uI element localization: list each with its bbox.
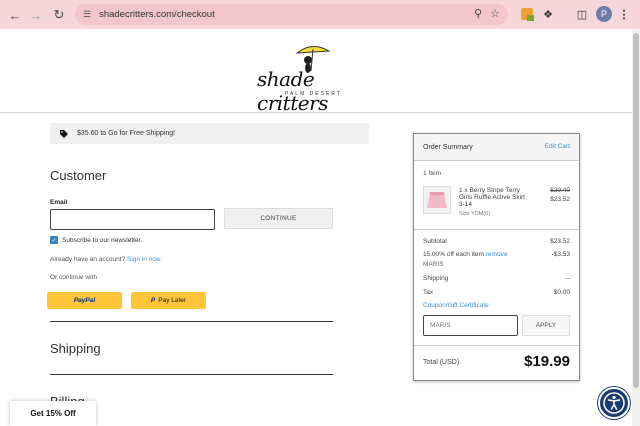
remove-discount-link[interactable]: remove bbox=[486, 251, 508, 258]
accessibility-icon bbox=[603, 392, 625, 414]
bookmark-star-icon[interactable]: ☆ bbox=[490, 7, 500, 20]
reload-icon[interactable]: ↻ bbox=[48, 4, 70, 26]
url-text: shadecritters.com/checkout bbox=[99, 9, 215, 20]
shipping-value: -- bbox=[565, 275, 570, 282]
email-label: Email bbox=[50, 199, 68, 206]
edit-cart-link[interactable]: Edit Cart bbox=[545, 143, 570, 150]
site-info-icon[interactable]: ☰ bbox=[83, 9, 91, 20]
items-count: 1 Item bbox=[423, 170, 442, 177]
site-header: shade critters PALM DESERT bbox=[0, 29, 632, 115]
coupon-gift-certificate-link[interactable]: Coupon/Gift Certificate bbox=[423, 302, 489, 309]
discount-text: 15.00% off each item bbox=[423, 251, 484, 258]
product-name: 1 x Berry Stripe Terry Girls Ruffle Acti… bbox=[459, 187, 525, 208]
sign-in-prompt: Already have an account? Sign in now. bbox=[50, 256, 162, 263]
subtotal-value: $23.52 bbox=[550, 238, 570, 245]
logo-subtitle: PALM DESERT bbox=[285, 91, 342, 97]
free-shipping-banner: $35.60 to Go for Free Shipping! bbox=[50, 123, 369, 144]
subtotal-label: Subtotal bbox=[423, 238, 447, 245]
or-continue-text: Or continue with bbox=[50, 274, 97, 281]
tax-label: Tax bbox=[423, 289, 434, 296]
product-original-price: $29.40 bbox=[550, 187, 570, 194]
accessibility-widget-button[interactable] bbox=[598, 387, 630, 419]
shipping-heading: Shipping bbox=[50, 341, 101, 356]
newsletter-option[interactable]: ✓ Subscribe to our newsletter. bbox=[50, 236, 142, 244]
continue-button[interactable]: CONTINUE bbox=[224, 208, 333, 229]
summary-divider bbox=[414, 229, 579, 230]
tax-value: $0.00 bbox=[553, 289, 570, 296]
sign-in-link[interactable]: Sign in now. bbox=[127, 256, 162, 263]
browser-toolbar: ← → ↻ ☰ shadecritters.com/checkout ⚲ ☆ ❖… bbox=[0, 0, 640, 29]
scrollbar-thumb[interactable] bbox=[633, 33, 639, 388]
free-shipping-text: $35.60 to Go for Free Shipping! bbox=[77, 130, 176, 137]
apply-coupon-button[interactable]: APPLY bbox=[522, 315, 570, 336]
newsletter-label: Subscribe to our newsletter. bbox=[62, 236, 143, 244]
forward-arrow-icon[interactable]: → bbox=[25, 4, 47, 26]
paypal-label: PayPal bbox=[73, 297, 96, 304]
paypal-p-icon: P bbox=[150, 297, 156, 304]
product-size: Size YDM(6) bbox=[459, 211, 491, 217]
total-label: Total (USD) bbox=[423, 359, 460, 366]
newsletter-checkbox[interactable]: ✓ bbox=[50, 236, 58, 244]
order-summary-header: Order Summary Edit Cart bbox=[414, 134, 579, 161]
customer-heading: Customer bbox=[50, 168, 107, 183]
product-thumbnail bbox=[423, 186, 451, 214]
back-arrow-icon[interactable]: ← bbox=[4, 4, 26, 26]
zoom-search-icon[interactable]: ⚲ bbox=[474, 7, 482, 20]
account-prompt-text: Already have an account? bbox=[50, 256, 126, 263]
order-summary-title: Order Summary bbox=[423, 144, 473, 151]
get-15-off-tab[interactable]: Get 15% Off bbox=[10, 401, 96, 426]
menu-kebab-icon[interactable]: ⋮ bbox=[619, 5, 630, 23]
address-bar[interactable]: ☰ shadecritters.com/checkout ⚲ ☆ bbox=[75, 4, 508, 25]
coupon-extension-icon[interactable] bbox=[519, 5, 535, 23]
email-field[interactable] bbox=[50, 209, 215, 230]
page-scrollbar[interactable] bbox=[632, 29, 640, 426]
total-value: $19.99 bbox=[524, 353, 570, 370]
section-divider bbox=[50, 374, 333, 375]
coupon-code-input[interactable]: MARIS bbox=[423, 315, 518, 336]
section-divider bbox=[50, 321, 333, 322]
discount-code: MARIS bbox=[423, 261, 444, 268]
discount-label: 15.00% off each item remove bbox=[423, 251, 507, 258]
side-panel-icon[interactable]: ◫ bbox=[574, 5, 590, 23]
summary-divider bbox=[414, 345, 579, 346]
shade-critters-logo[interactable]: shade critters PALM DESERT bbox=[257, 45, 375, 115]
extensions-puzzle-icon[interactable]: ❖ bbox=[540, 5, 556, 23]
discount-value: -$3.53 bbox=[551, 251, 570, 258]
tag-icon bbox=[60, 129, 68, 138]
pay-later-button[interactable]: P Pay Later bbox=[131, 292, 206, 309]
product-sale-price: $23.52 bbox=[550, 196, 570, 203]
profile-avatar[interactable]: P bbox=[596, 6, 612, 22]
shipping-label: Shipping bbox=[423, 275, 449, 282]
paypal-button[interactable]: PayPal bbox=[47, 292, 122, 309]
pay-later-label: Pay Later bbox=[158, 297, 187, 304]
order-summary: Order Summary Edit Cart 1 Item 1 x Berry… bbox=[413, 133, 580, 381]
